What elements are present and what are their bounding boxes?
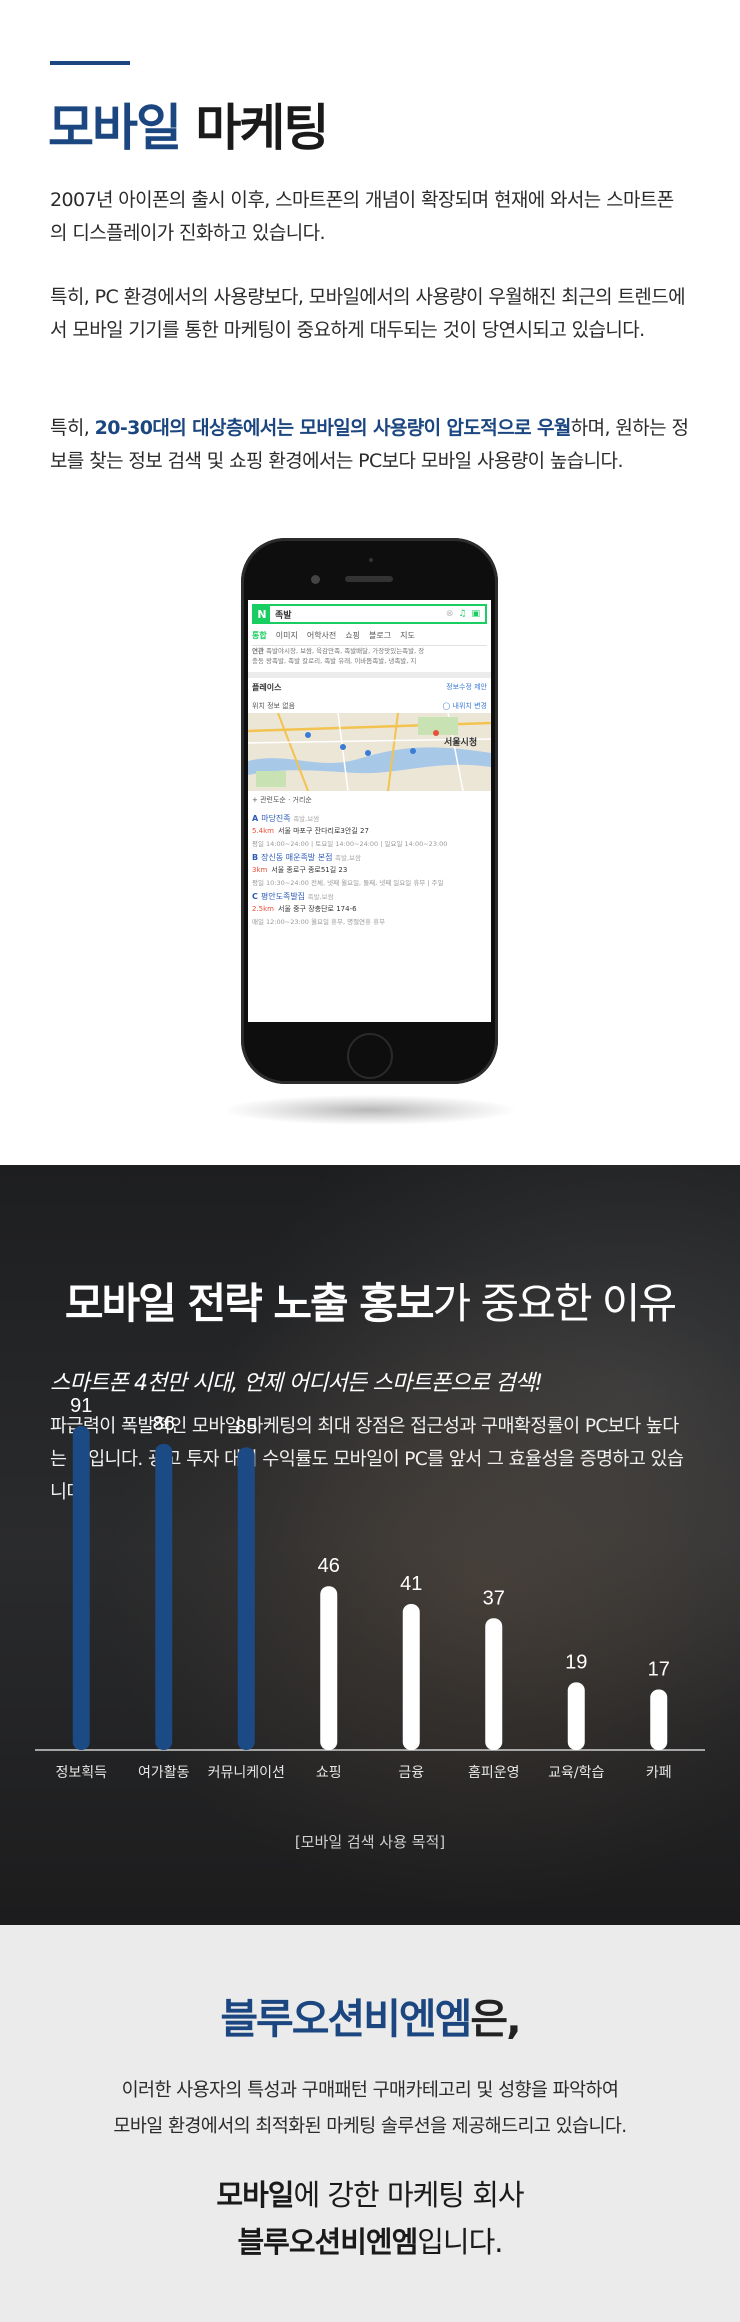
chart-bar: [237, 1447, 255, 1750]
search-query[interactable]: 족발: [275, 608, 446, 621]
phone-sensor: [369, 558, 373, 562]
bar-value-label: 19: [565, 1651, 587, 1673]
title-accent-rule: [50, 61, 130, 65]
category-label: 정보획득: [55, 1765, 107, 1781]
bar-value-label: 91: [70, 1395, 92, 1417]
bar-value-label: 46: [318, 1555, 340, 1577]
strategy-section: 모바일 전략 노출 홍보가 중요한 이유 스마트폰 4천만 시대, 언제 어디서…: [0, 1165, 740, 1925]
category-label: 금융: [398, 1765, 424, 1781]
clear-icon[interactable]: ⊗: [446, 609, 454, 619]
sort-options[interactable]: + 관련도순 · 거리순: [252, 795, 312, 805]
tab-dictionary[interactable]: 어학사전: [307, 630, 336, 641]
chart-bar: [650, 1689, 668, 1750]
mic-icon[interactable]: ♫: [458, 609, 466, 619]
smartphone: N 족발 ⊗ ♫ ▣ 통합 이미지 어학사전 쇼핑 블로그 지도 연관 족발야시…: [241, 538, 498, 1084]
phone-shadow: [225, 1095, 515, 1125]
related-searches: 연관 족발야시장, 보쌈, 육감만족, 족발배달, 가장맛있는족발, 장 충동 …: [252, 647, 425, 665]
tab-image[interactable]: 이미지: [276, 630, 298, 641]
company-brand-heading: 블루오션비엔엠은,: [220, 1995, 521, 2043]
change-location-button[interactable]: 변경: [474, 702, 487, 710]
phone-screen: N 족발 ⊗ ♫ ▣ 통합 이미지 어학사전 쇼핑 블로그 지도 연관 족발야시…: [248, 600, 491, 1022]
company-section: 블루오션비엔엠은, 이러한 사용자의 특성과 구매패턴 구매카테고리 및 성향을…: [0, 1925, 740, 2322]
bar-value-label: 41: [400, 1573, 422, 1595]
tab-blog[interactable]: 블로그: [369, 630, 391, 641]
intro-paragraph-1: 2007년 아이폰의 출시 이후, 스마트폰의 개념이 확장되며 현재에 와서는…: [50, 189, 674, 244]
category-label: 홈피운영: [468, 1765, 520, 1781]
category-label: 카페: [646, 1765, 672, 1781]
tab-integrated[interactable]: 통합: [252, 630, 267, 641]
chart-bar: [567, 1682, 585, 1750]
tab-shopping[interactable]: 쇼핑: [345, 630, 360, 641]
divider: [248, 672, 491, 678]
category-label: 쇼핑: [316, 1765, 342, 1781]
result-item[interactable]: B 장신동 매운족발 본점 족발,보쌈 3km 서울 종로구 종로51길 23 평일…: [252, 852, 487, 887]
company-description: 이러한 사용자의 특성과 구매패턴 구매카테고리 및 성향을 파악하여 모바일 …: [113, 2080, 627, 2137]
section-title: 모바일 마케팅: [48, 99, 329, 157]
company-tagline: 모바일에 강한 마케팅 회사 블루오션비엔엠입니다.: [216, 2178, 524, 2259]
places-header: 플레이스 정보수정 제안: [252, 682, 487, 693]
lens-icon[interactable]: ▣: [471, 609, 480, 619]
bar-value-label: 17: [648, 1658, 670, 1680]
chart-bar: [155, 1443, 173, 1750]
chart-bar: [485, 1618, 503, 1750]
chart-bar: [72, 1426, 90, 1750]
bar-value-label: 37: [483, 1587, 505, 1609]
phone-speaker: [345, 576, 393, 582]
bar-value-label: 86: [153, 1413, 175, 1435]
search-tabs: 통합 이미지 어학사전 쇼핑 블로그 지도: [252, 630, 487, 646]
edit-suggest-link[interactable]: 정보수정 제안: [446, 682, 487, 693]
highlight-text: 20-30대의 대상층에서는 모바일의 사용량이 압도적으로 우월: [94, 417, 572, 439]
category-label: 여가활동: [138, 1765, 190, 1781]
my-location-button[interactable]: ◯ 내위치: [442, 702, 471, 710]
naver-search-bar[interactable]: N 족발 ⊗ ♫ ▣: [252, 604, 487, 624]
chart-bar: [320, 1586, 338, 1750]
naver-logo: N: [254, 606, 270, 622]
tab-map[interactable]: 지도: [400, 630, 415, 641]
result-item[interactable]: A 마당진족 족발,보쌈 5.4km 서울 마포구 잔다리로3안길 27 평일 14…: [252, 813, 487, 848]
category-label: 커뮤니케이션: [208, 1765, 285, 1781]
usage-purpose-bar-chart: 91 정보획득 86 여가활동 85 커뮤니케이션 46 쇼핑 41 금융 37 홈피운영 19 교육/학…: [35, 1395, 705, 1781]
map-label: 서울시청: [444, 738, 478, 748]
category-label: 교육/학습: [548, 1765, 604, 1781]
home-button[interactable]: [347, 1033, 393, 1079]
map-graphic: [248, 713, 491, 791]
intro-paragraph-2: 특히, PC 환경에서의 사용량보다, 모바일에서의 사용량이 우월해진 최근의…: [50, 286, 686, 341]
chart-bar: [402, 1604, 420, 1750]
location-row: 위치 정보 없음 ◯ 내위치 변경: [252, 702, 487, 710]
mobile-marketing-section: 모바일 마케팅 2007년 아이폰의 출시 이후, 스마트폰의 개념이 확장되며…: [0, 0, 740, 1165]
chart-caption: [모바일 검색 사용 목적]: [294, 1833, 446, 1851]
intro-paragraph-3: 특히, 20-30대의 대상층에서는 모바일의 사용량이 압도적으로 우월하며,…: [50, 417, 689, 472]
map-view[interactable]: 서울시청: [248, 713, 491, 791]
phone-camera: [311, 575, 320, 584]
result-item[interactable]: C 평안도족발집 족발,보쌈 2.5km 서울 중구 장충단로 174-6 매일 1…: [252, 891, 487, 926]
bar-value-label: 85: [235, 1416, 257, 1438]
